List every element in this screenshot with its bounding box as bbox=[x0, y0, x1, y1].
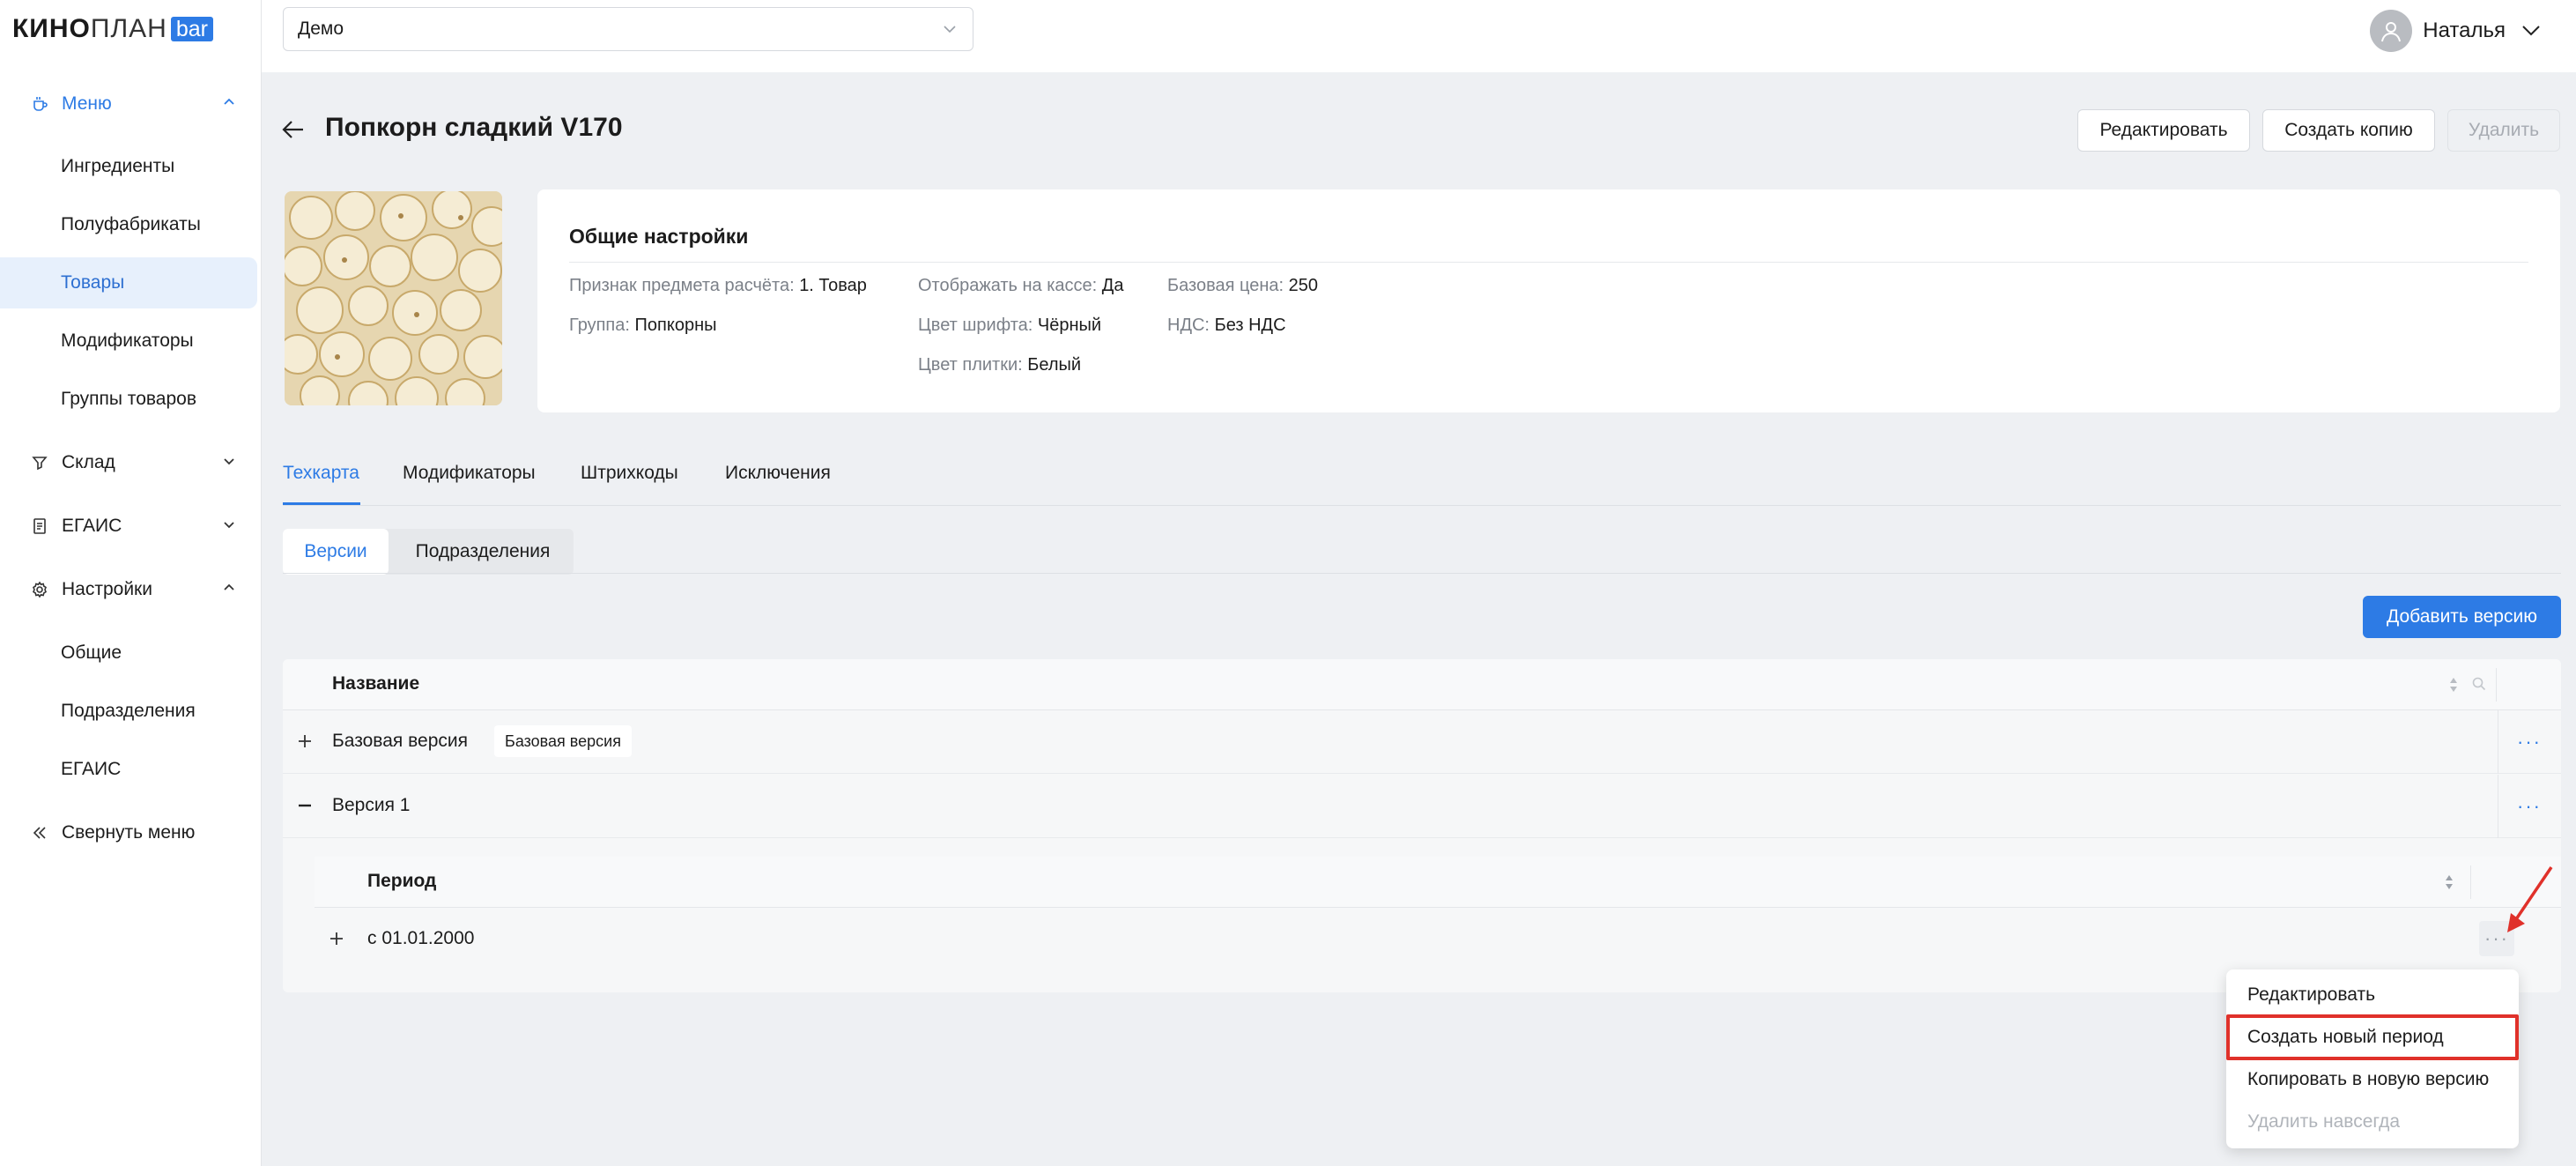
prop-tile-color: Цвет плитки: Белый bbox=[918, 355, 1082, 375]
divider bbox=[2496, 668, 2497, 702]
delete-button[interactable]: Удалить bbox=[2447, 109, 2560, 152]
sidebar-item-semi-finished[interactable]: Полуфабрикаты bbox=[0, 199, 257, 250]
minus-icon[interactable] bbox=[295, 796, 315, 815]
chevron-down-icon bbox=[224, 522, 234, 529]
collapse-menu-label: Свернуть меню bbox=[62, 822, 196, 843]
menu-item-edit[interactable]: Редактировать bbox=[2226, 974, 2519, 1016]
funnel-icon bbox=[30, 453, 49, 472]
logo-text-bold: КИНО bbox=[12, 14, 91, 43]
double-chevron-left-icon bbox=[30, 823, 49, 843]
menu-item-copy-to-version[interactable]: Копировать в новую версию bbox=[2226, 1058, 2519, 1101]
sidebar-item-modifiers[interactable]: Модификаторы bbox=[0, 316, 257, 367]
avatar bbox=[2370, 10, 2413, 52]
sidebar-item-products[interactable]: Товары bbox=[0, 257, 257, 308]
sidebar-item-divisions[interactable]: Подразделения bbox=[0, 686, 257, 737]
row-name: Базовая версия bbox=[332, 731, 468, 751]
user-name: Наталья bbox=[2423, 19, 2506, 42]
sidebar-group-warehouse[interactable]: Склад bbox=[0, 440, 262, 486]
tab-exceptions[interactable]: Исключения bbox=[725, 463, 831, 484]
prop-show-at-pos: Отображать на кассе: Да bbox=[918, 276, 1124, 295]
search-icon[interactable] bbox=[2471, 676, 2487, 692]
product-image bbox=[285, 191, 502, 405]
table-row[interactable]: Версия 1 ··· bbox=[283, 775, 2561, 838]
cup-icon bbox=[30, 94, 49, 114]
logo-text-light: ПЛАН bbox=[90, 14, 167, 43]
plus-icon[interactable] bbox=[327, 929, 346, 948]
tab-modifiers[interactable]: Модификаторы bbox=[403, 463, 536, 484]
prop-font-color: Цвет шрифта: Чёрный bbox=[918, 316, 1102, 335]
tab-barcodes[interactable]: Штрихкоды bbox=[581, 463, 678, 484]
active-tab-indicator bbox=[283, 502, 360, 505]
sidebar-item-general[interactable]: Общие bbox=[0, 628, 257, 679]
nested-table-header: Период bbox=[315, 857, 2561, 908]
sidebar-group-label: Меню bbox=[62, 93, 112, 114]
prop-group: Группа: Попкорны bbox=[569, 316, 717, 335]
logo-badge: bar bbox=[170, 17, 213, 41]
row-name: с 01.01.2000 bbox=[367, 928, 475, 948]
sidebar: КИНО ПЛАН bar Меню Ингредиенты Полуфабрика… bbox=[0, 0, 262, 1166]
sidebar-group-label: ЕГАИС bbox=[62, 516, 122, 536]
row-actions-menu: Редактировать Создать новый период Копир… bbox=[2226, 969, 2519, 1148]
plus-icon[interactable] bbox=[295, 732, 315, 751]
general-settings-card: Общие настройки Признак предмета расчёта… bbox=[537, 189, 2560, 412]
prop-vat: НДС: Без НДС bbox=[1167, 316, 1286, 335]
chevron-up-icon bbox=[224, 98, 234, 105]
tabs-divider bbox=[283, 505, 2561, 506]
column-header-name: Название bbox=[332, 673, 420, 694]
row-name: Версия 1 bbox=[332, 795, 411, 815]
table-row[interactable]: с 01.01.2000 ··· bbox=[315, 908, 2561, 969]
sort-icon[interactable] bbox=[2444, 872, 2454, 893]
column-header-period: Период bbox=[367, 871, 437, 891]
top-bar: Демо Наталья bbox=[262, 0, 2576, 72]
prop-base-price: Базовая цена: 250 bbox=[1167, 276, 1319, 295]
base-version-tag: Базовая версия bbox=[494, 725, 632, 757]
sidebar-item-product-groups[interactable]: Группы товаров bbox=[0, 374, 257, 425]
card-title: Общие настройки bbox=[569, 225, 749, 248]
sidebar-item-ingredients[interactable]: Ингредиенты bbox=[0, 141, 257, 192]
document-icon bbox=[30, 516, 49, 536]
annotation-arrow-icon bbox=[2507, 866, 2553, 932]
row-actions-button[interactable]: ··· bbox=[2512, 789, 2547, 824]
sidebar-item-egais-settings[interactable]: ЕГАИС bbox=[0, 744, 257, 795]
row-actions-button[interactable]: ··· bbox=[2512, 724, 2547, 760]
menu-item-create-period[interactable]: Создать новый период bbox=[2226, 1016, 2519, 1058]
gear-icon bbox=[30, 580, 49, 599]
sidebar-group-egais[interactable]: ЕГАИС bbox=[0, 503, 262, 549]
sidebar-group-label: Настройки bbox=[62, 579, 152, 599]
subtab-divisions[interactable]: Подразделения bbox=[401, 529, 565, 575]
divider bbox=[2470, 865, 2471, 899]
sidebar-group-label: Склад bbox=[62, 452, 115, 472]
sort-icon[interactable] bbox=[2448, 674, 2459, 695]
back-arrow-icon[interactable] bbox=[282, 118, 305, 141]
subtabs-divider bbox=[283, 573, 2561, 574]
chevron-down-icon bbox=[2522, 26, 2540, 36]
logo[interactable]: КИНО ПЛАН bar bbox=[12, 14, 213, 43]
cinema-select-value: Демо bbox=[298, 19, 344, 39]
cinema-select[interactable]: Демо bbox=[283, 7, 973, 51]
edit-button[interactable]: Редактировать bbox=[2077, 109, 2250, 152]
create-copy-button[interactable]: Создать копию bbox=[2262, 109, 2435, 152]
sidebar-group-settings[interactable]: Настройки bbox=[0, 567, 262, 613]
periods-table: Период с 01.01.2000 ··· bbox=[315, 857, 2561, 969]
chevron-down-icon bbox=[944, 26, 956, 33]
collapse-menu-button[interactable]: Свернуть меню bbox=[0, 810, 262, 856]
page-title: Попкорн сладкий V170 bbox=[325, 113, 623, 142]
subtab-versions[interactable]: Версии bbox=[283, 529, 389, 575]
menu-item-delete-forever[interactable]: Удалить навсегда bbox=[2226, 1101, 2519, 1143]
table-row[interactable]: Базовая версия Базовая версия ··· bbox=[283, 710, 2561, 774]
chevron-down-icon bbox=[224, 458, 234, 465]
prop-payment-subject: Признак предмета расчёта: 1. Товар bbox=[569, 276, 867, 295]
table-header: Название bbox=[283, 659, 2561, 710]
user-menu[interactable]: Наталья bbox=[2370, 9, 2541, 53]
chevron-up-icon bbox=[224, 583, 234, 590]
tab-tech-card[interactable]: Техкарта bbox=[283, 463, 359, 484]
add-version-button[interactable]: Добавить версию bbox=[2363, 596, 2561, 638]
divider bbox=[569, 262, 2528, 263]
sidebar-group-menu[interactable]: Меню bbox=[0, 81, 262, 127]
versions-table: Название Базовая версия Базовая версия ·… bbox=[283, 659, 2561, 992]
